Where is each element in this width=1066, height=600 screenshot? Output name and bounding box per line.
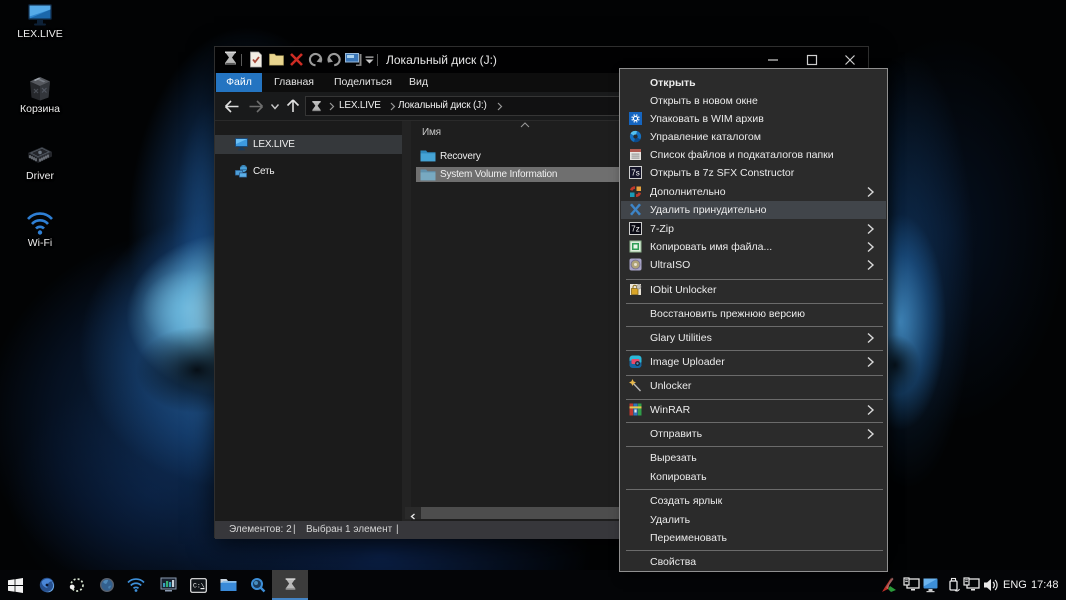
svg-text:7z: 7z (631, 224, 639, 233)
svg-text:7s: 7s (631, 169, 639, 178)
